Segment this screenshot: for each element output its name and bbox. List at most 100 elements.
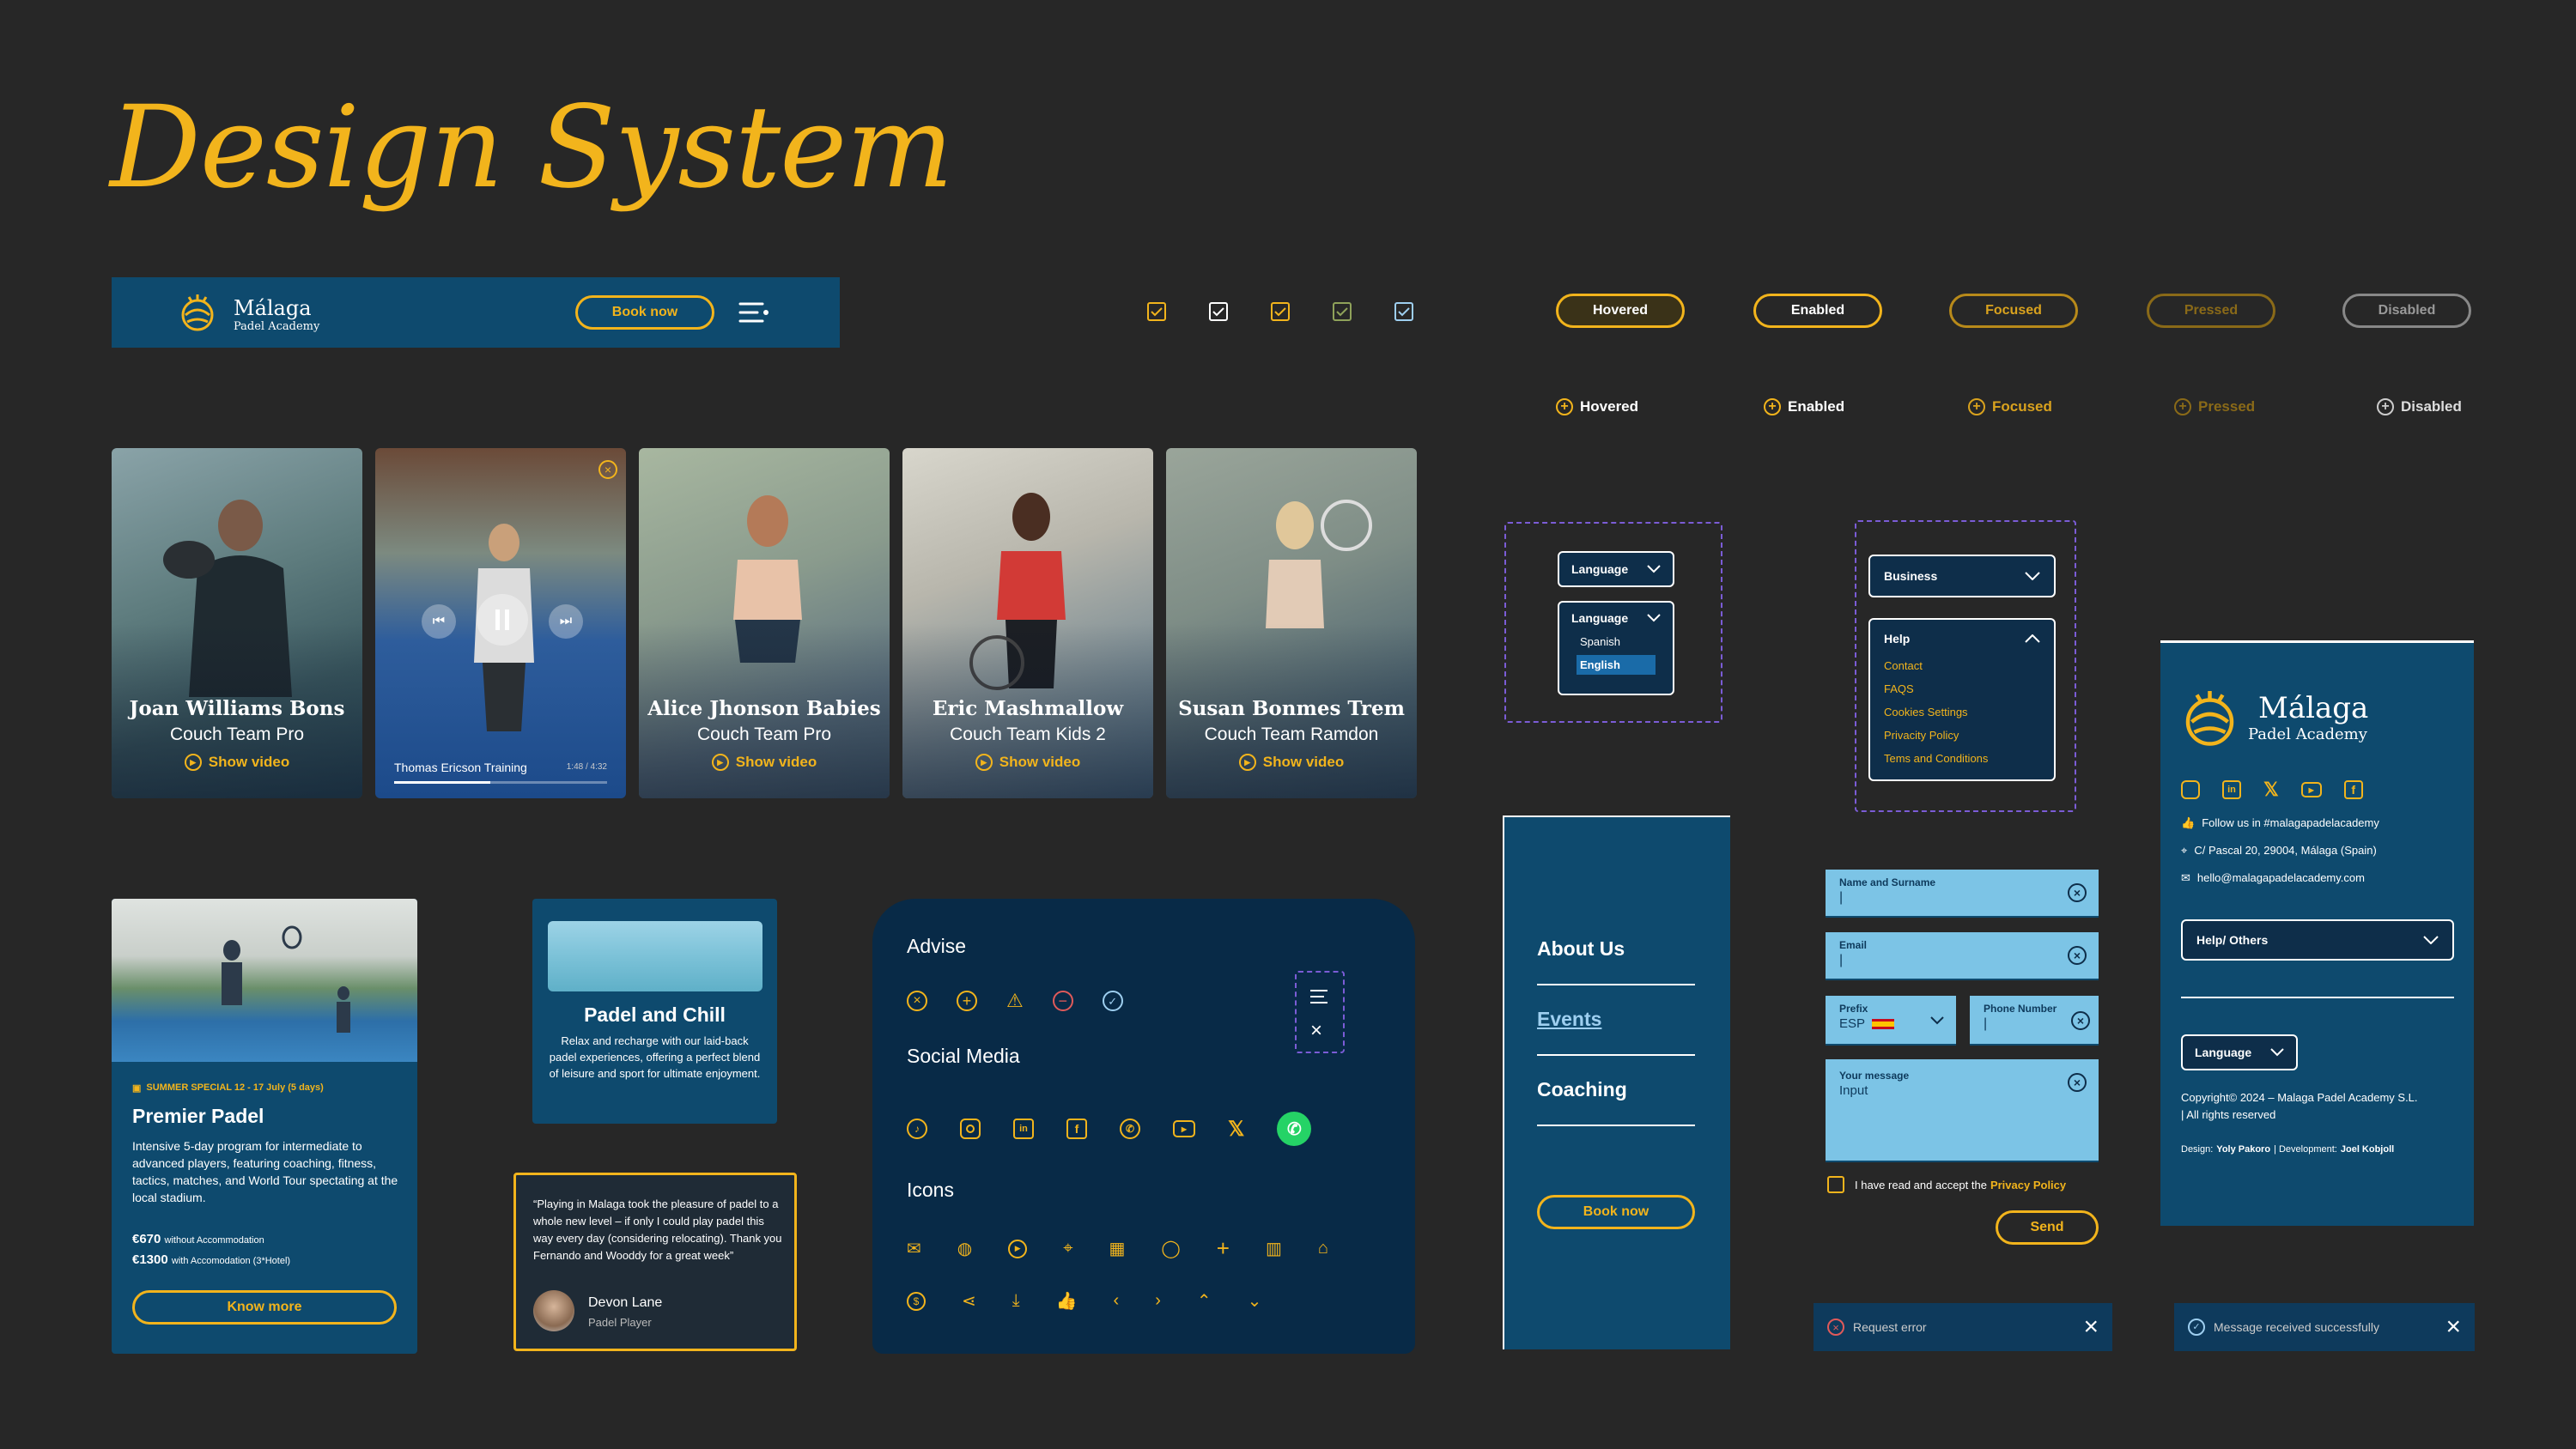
language-dropdown-closed[interactable]: Language: [1558, 551, 1674, 587]
share-icon[interactable]: ⋖: [962, 1290, 976, 1312]
link-button-hovered[interactable]: + Hovered: [1556, 398, 1638, 415]
youtube-icon[interactable]: ▶: [2300, 782, 2322, 797]
warning-icon[interactable]: ⚠: [1006, 990, 1024, 1012]
menu-item-coaching[interactable]: Coaching: [1537, 1078, 1627, 1101]
button-enabled[interactable]: Enabled: [1753, 294, 1882, 328]
chat-icon[interactable]: ◯: [1161, 1238, 1180, 1259]
button-focused[interactable]: Focused: [1949, 294, 2078, 328]
privacy-policy-link[interactable]: Privacy Policy: [1990, 1179, 2066, 1191]
help-item[interactable]: Contact: [1884, 654, 2040, 677]
button-disabled[interactable]: Disabled: [2342, 294, 2471, 328]
language-dropdown-open[interactable]: Language Spanish English: [1558, 601, 1674, 695]
home-icon[interactable]: ⌂: [1318, 1239, 1328, 1258]
close-icon[interactable]: ×: [2445, 1313, 2461, 1342]
show-video-link[interactable]: ▶ Show video: [112, 754, 362, 771]
coach-card[interactable]: Eric Mashmallow Couch Team Kids 2 ▶ Show …: [902, 448, 1153, 798]
whatsapp-filled-icon[interactable]: ✆: [1277, 1112, 1312, 1146]
show-video-link[interactable]: ▶ Show video: [902, 754, 1153, 771]
show-video-link[interactable]: ▶ Show video: [1166, 754, 1417, 771]
link-button-focused[interactable]: + Focused: [1968, 398, 2052, 415]
pause-icon[interactable]: [477, 594, 528, 646]
add-circle-icon[interactable]: +: [957, 991, 977, 1011]
whatsapp-icon[interactable]: ✆: [1120, 1119, 1140, 1139]
checkbox[interactable]: [1394, 302, 1413, 321]
link-button-pressed[interactable]: + Pressed: [2174, 398, 2255, 415]
email-field[interactable]: Email | ×: [1826, 932, 2099, 980]
help-item[interactable]: FAQS: [1884, 677, 2040, 700]
coach-card[interactable]: Joan Williams Bons Couch Team Pro ▶ Show …: [112, 448, 362, 798]
previous-icon[interactable]: ⏮: [422, 604, 456, 639]
menu-item-events[interactable]: Events: [1537, 1008, 1601, 1031]
video-progress-track[interactable]: [394, 781, 607, 784]
help-item[interactable]: Privacity Policy: [1884, 724, 2040, 747]
send-button[interactable]: Send: [1996, 1210, 2099, 1245]
next-icon[interactable]: ⏭: [549, 604, 583, 639]
checkbox[interactable]: [1333, 302, 1352, 321]
facebook-icon[interactable]: f: [1066, 1119, 1087, 1139]
clear-circle-icon[interactable]: ×: [2071, 1011, 2090, 1030]
clear-circle-icon[interactable]: ×: [2068, 883, 2087, 902]
chevron-left-icon[interactable]: ‹: [1114, 1291, 1120, 1311]
video-player-card[interactable]: × ⏮ ⏭ Thomas Ericson Training 1:48 / 4:3…: [375, 448, 626, 798]
mail-icon[interactable]: ✉: [907, 1238, 921, 1259]
language-option[interactable]: Spanish: [1559, 630, 1673, 653]
name-field[interactable]: Name and Surname | ×: [1826, 870, 2099, 918]
palette-icon[interactable]: ◍: [957, 1238, 972, 1259]
button-hovered[interactable]: Hovered: [1556, 294, 1685, 328]
calendar-icon[interactable]: ▦: [1109, 1238, 1125, 1259]
know-more-button[interactable]: Know more: [132, 1290, 397, 1325]
dollar-icon[interactable]: $: [907, 1291, 926, 1311]
coach-card[interactable]: Susan Bonmes Trem Couch Team Ramdon ▶ Sho…: [1166, 448, 1417, 798]
plus-icon[interactable]: +: [1217, 1235, 1230, 1262]
help-dropdown-open[interactable]: Help Contact FAQS Cookies Settings Priva…: [1868, 618, 2056, 781]
minus-circle-icon[interactable]: −: [1052, 991, 1073, 1011]
checkbox[interactable]: [1209, 302, 1228, 321]
book-now-button[interactable]: Book now: [1537, 1195, 1695, 1229]
link-button-disabled[interactable]: + Disabled: [2377, 398, 2462, 415]
x-icon[interactable]: 𝕏: [1228, 1117, 1244, 1142]
youtube-icon[interactable]: ▶: [1173, 1120, 1195, 1137]
email-text[interactable]: hello@malagapadelacademy.com: [2197, 871, 2365, 885]
instagram-icon[interactable]: [960, 1119, 981, 1139]
clear-circle-icon[interactable]: ×: [2068, 1073, 2087, 1092]
help-others-dropdown[interactable]: Help/ Others: [2181, 919, 2454, 961]
checkbox[interactable]: [1271, 302, 1290, 321]
play-icon[interactable]: ▶: [1008, 1239, 1028, 1258]
business-dropdown[interactable]: Business: [1868, 555, 2056, 597]
map-icon[interactable]: ▥: [1266, 1238, 1282, 1259]
footer-language-dropdown[interactable]: Language: [2181, 1034, 2298, 1070]
download-icon[interactable]: ⤓: [1012, 1291, 1020, 1311]
link-button-enabled[interactable]: + Enabled: [1764, 398, 1844, 415]
menu-item-about[interactable]: About Us: [1537, 937, 1625, 961]
hamburger-menu-icon[interactable]: [738, 300, 769, 325]
book-now-button[interactable]: Book now: [575, 295, 714, 330]
checkbox[interactable]: [1147, 302, 1166, 321]
instagram-icon[interactable]: [2181, 780, 2200, 799]
consent-checkbox[interactable]: [1827, 1176, 1844, 1193]
close-circle-icon[interactable]: ×: [598, 460, 617, 479]
check-circle-icon[interactable]: ✓: [1102, 991, 1123, 1011]
clear-circle-icon[interactable]: ×: [2068, 946, 2087, 965]
close-icon[interactable]: ×: [1310, 1019, 1322, 1043]
error-circle-icon[interactable]: ×: [907, 991, 927, 1011]
prefix-select[interactable]: Prefix ESP: [1826, 996, 1956, 1046]
message-field[interactable]: Your message Input ×: [1826, 1059, 2099, 1162]
x-icon[interactable]: 𝕏: [2263, 779, 2279, 801]
location-icon[interactable]: ⌖: [1063, 1239, 1072, 1258]
chevron-right-icon[interactable]: ›: [1155, 1291, 1161, 1311]
show-video-link[interactable]: ▶ Show video: [639, 754, 890, 771]
chevron-up-icon[interactable]: ⌃: [1197, 1290, 1212, 1312]
linkedin-icon[interactable]: in: [1013, 1119, 1034, 1139]
phone-field[interactable]: Phone Number | ×: [1970, 996, 2099, 1046]
chevron-down-icon[interactable]: ⌄: [1248, 1290, 1262, 1312]
hamburger-menu-icon[interactable]: [1309, 988, 1331, 1005]
button-pressed[interactable]: Pressed: [2147, 294, 2275, 328]
language-option-selected[interactable]: English: [1577, 655, 1656, 675]
linkedin-icon[interactable]: in: [2222, 780, 2241, 799]
tiktok-icon[interactable]: ♪: [907, 1119, 927, 1139]
facebook-icon[interactable]: f: [2343, 780, 2363, 799]
help-item[interactable]: Cookies Settings: [1884, 700, 2040, 724]
help-item[interactable]: Tems and Conditions: [1884, 747, 2040, 770]
close-icon[interactable]: ×: [2083, 1313, 2099, 1342]
coach-card[interactable]: Alice Jhonson Babies Couch Team Pro ▶ Sho…: [639, 448, 890, 798]
